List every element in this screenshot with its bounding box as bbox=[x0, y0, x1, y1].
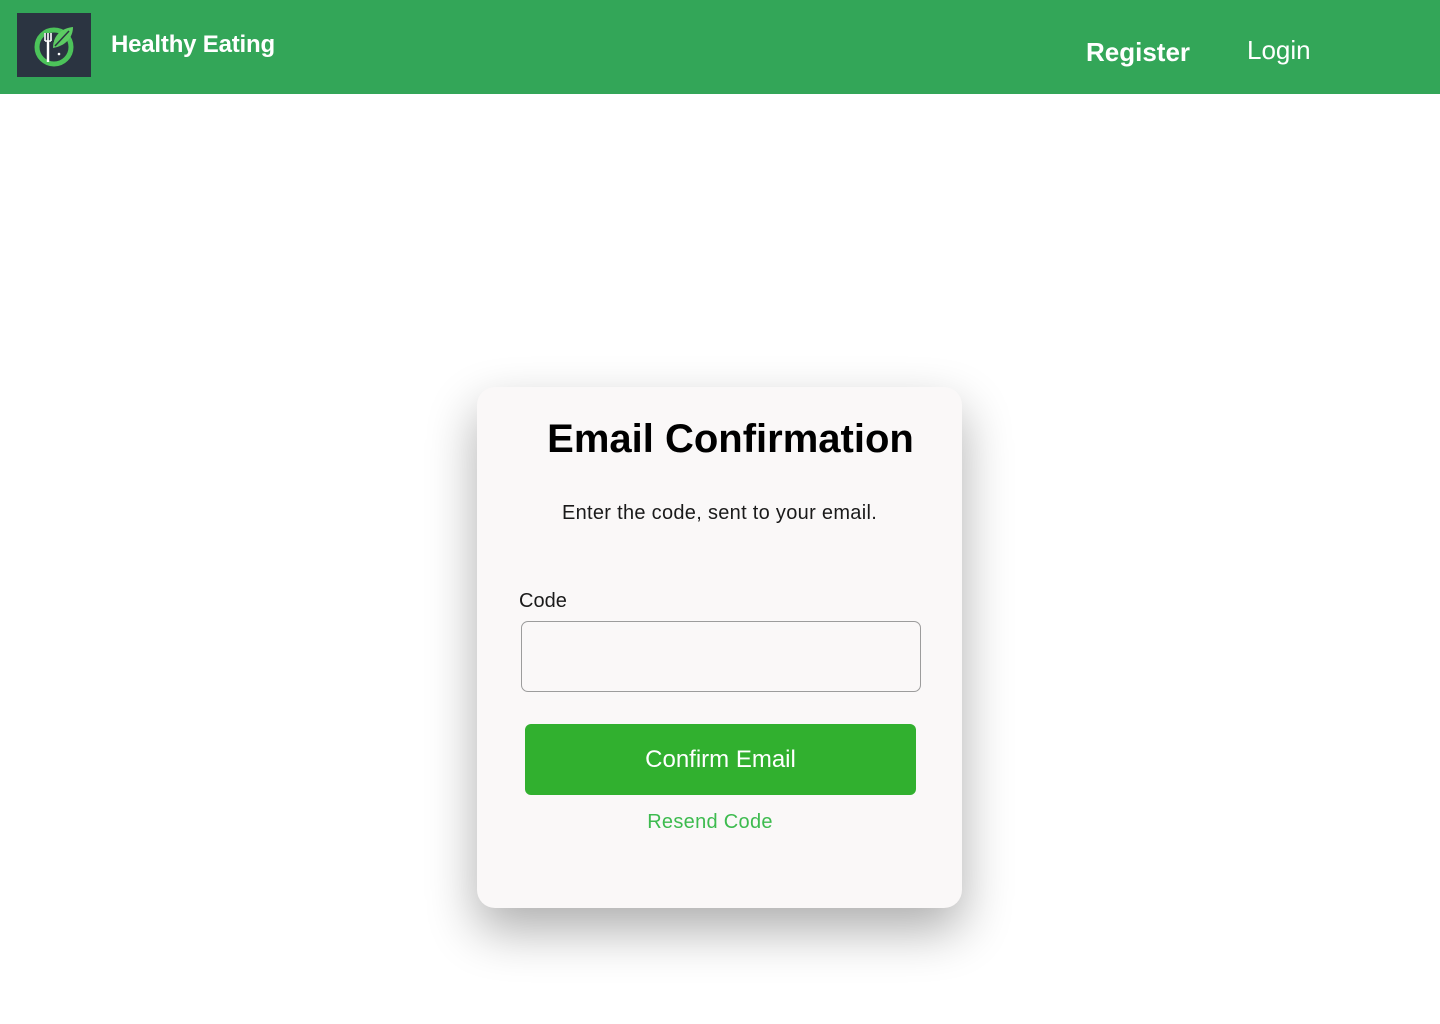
logo[interactable] bbox=[17, 13, 91, 77]
fork-leaf-logo-icon bbox=[34, 27, 74, 67]
resend-code-link[interactable]: Resend Code bbox=[477, 811, 943, 834]
code-label: Code bbox=[519, 590, 567, 612]
instruction-text: Enter the code, sent to your email. bbox=[561, 502, 878, 524]
nav-login-link[interactable]: Login bbox=[1247, 35, 1311, 66]
code-input[interactable] bbox=[521, 621, 921, 692]
top-navbar: Healthy Eating Register Login bbox=[0, 0, 1440, 94]
confirm-email-button[interactable]: Confirm Email bbox=[525, 724, 916, 795]
page-title: Email Confirmation bbox=[547, 417, 914, 461]
nav-register-link[interactable]: Register bbox=[1086, 37, 1190, 68]
brand-name: Healthy Eating bbox=[111, 31, 275, 58]
email-confirmation-card: Email Confirmation Enter the code, sent … bbox=[477, 387, 962, 908]
